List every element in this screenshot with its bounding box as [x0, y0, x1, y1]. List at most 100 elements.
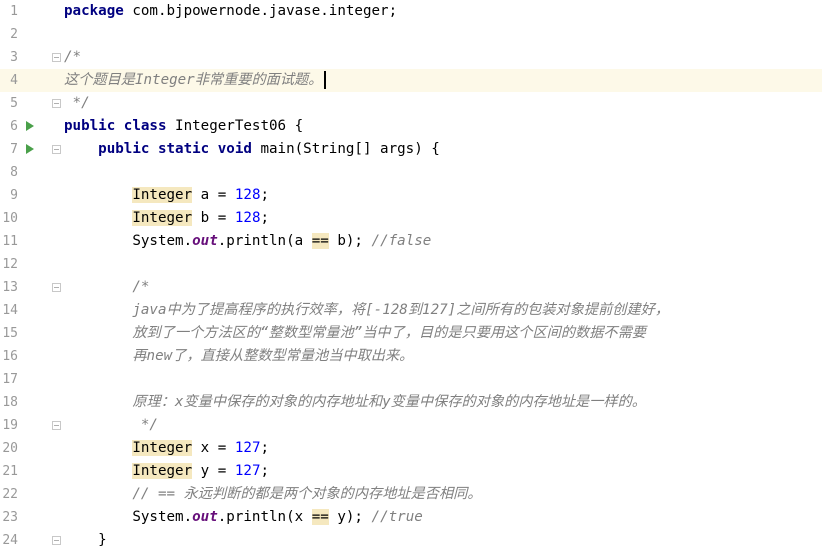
code-token: .println(a: [217, 233, 312, 249]
static-field-token: out: [192, 509, 218, 525]
line-number: 19: [2, 418, 18, 433]
code-line[interactable]: 11 System.out.println(a == b); //false: [0, 230, 822, 253]
line-number: 20: [2, 441, 18, 456]
keyword-token: package: [64, 3, 124, 19]
number-token: 128: [234, 210, 261, 226]
code-text: public class IntegerTest06 {: [64, 115, 303, 138]
code-line[interactable]: 14 java中为了提高程序的执行效率，将[-128到127]之间所有的包装对象…: [0, 299, 822, 322]
comment-token: //false: [371, 233, 432, 249]
code-line[interactable]: 20 Integer x = 127;: [0, 437, 822, 460]
line-number: 5: [10, 96, 18, 111]
fold-icon[interactable]: [52, 283, 61, 292]
code-line[interactable]: 5 */: [0, 92, 822, 115]
comment-token: 原理：x变量中保存的对象的内存地址和y变量中保存的对象的内存地址是一样的。: [132, 394, 646, 410]
comment-token: /*: [132, 279, 150, 295]
code-text: public static void main(String[] args) {: [64, 138, 440, 161]
fold-icon[interactable]: [52, 99, 61, 108]
line-number: 7: [10, 142, 18, 157]
code-text: /*: [64, 46, 81, 69]
code-line[interactable]: 17: [0, 368, 822, 391]
code-line[interactable]: 9 Integer a = 128;: [0, 184, 822, 207]
code-token: y =: [192, 463, 235, 479]
static-field-token: out: [192, 233, 218, 249]
code-text: 这个题目是Integer非常重要的面试题。: [64, 69, 327, 92]
code-line[interactable]: 1 package com.bjpowernode.javase.integer;: [0, 0, 822, 23]
code-editor[interactable]: 1 package com.bjpowernode.javase.integer;…: [0, 0, 822, 550]
code-line[interactable]: 19 */: [0, 414, 822, 437]
code-line[interactable]: 22 // == 永远判断的都是两个对象的内存地址是否相同。: [0, 483, 822, 506]
line-number: 15: [2, 326, 18, 341]
line-number: 23: [2, 510, 18, 525]
line-number: 9: [10, 188, 18, 203]
code-line[interactable]: 2: [0, 23, 822, 46]
code-line[interactable]: 3 /*: [0, 46, 822, 69]
code-text: System.out.println(x == y); //true: [64, 506, 423, 529]
line-number: 6: [10, 119, 18, 134]
code-line[interactable]: 7 public static void main(String[] args)…: [0, 138, 822, 161]
line-number: 3: [10, 50, 18, 65]
code-line[interactable]: 15 放到了一个方法区的“整数型常量池”当中了，目的是只要用这个区间的数据不需要: [0, 322, 822, 345]
fold-icon[interactable]: [52, 145, 61, 154]
code-token: System.: [64, 233, 193, 249]
code-line[interactable]: 21 Integer y = 127;: [0, 460, 822, 483]
fold-icon[interactable]: [52, 53, 61, 62]
code-token: com.bjpowernode.javase.integer;: [123, 3, 398, 19]
keyword-token: public static void: [98, 141, 252, 157]
run-icon[interactable]: [26, 121, 34, 131]
number-token: 127: [234, 440, 261, 456]
line-number: 16: [2, 349, 18, 364]
code-token: System.: [64, 509, 193, 525]
highlighted-token: ==: [311, 509, 329, 525]
line-number: 17: [2, 372, 18, 387]
comment-token: 放到了一个方法区的“整数型常量池”当中了，目的是只要用这个区间的数据不需要: [132, 325, 646, 341]
code-line[interactable]: 13 /*: [0, 276, 822, 299]
code-token: ;: [260, 440, 270, 456]
code-line[interactable]: 24 }: [0, 529, 822, 552]
fold-icon[interactable]: [52, 536, 61, 545]
code-text: Integer b = 128;: [64, 207, 269, 230]
code-line[interactable]: 10 Integer b = 128;: [0, 207, 822, 230]
code-token: .println(x: [217, 509, 312, 525]
comment-token: 这个题目是Integer非常重要的面试题。: [64, 72, 323, 88]
line-number: 12: [2, 257, 18, 272]
code-line[interactable]: 16 再new了，直接从整数型常量池当中取出来。: [0, 345, 822, 368]
code-token: }: [64, 532, 107, 548]
code-line[interactable]: 4 这个题目是Integer非常重要的面试题。: [0, 69, 822, 92]
code-token: b =: [192, 210, 235, 226]
number-token: 128: [234, 187, 261, 203]
line-number: 4: [10, 73, 18, 88]
line-number: 14: [2, 303, 18, 318]
highlighted-token: ==: [311, 233, 329, 249]
code-text: */: [64, 414, 158, 437]
line-number: 8: [10, 165, 18, 180]
line-number: 2: [10, 27, 18, 42]
code-token: main(String[] args) {: [251, 141, 440, 157]
code-line[interactable]: 8: [0, 161, 822, 184]
code-line[interactable]: 18 原理：x变量中保存的对象的内存地址和y变量中保存的对象的内存地址是一样的。: [0, 391, 822, 414]
fold-icon[interactable]: [52, 421, 61, 430]
line-number: 18: [2, 395, 18, 410]
code-text: */: [64, 92, 90, 115]
code-token: b);: [328, 233, 372, 249]
code-line[interactable]: 12: [0, 253, 822, 276]
code-text: System.out.println(a == b); //false: [64, 230, 431, 253]
code-text: Integer y = 127;: [64, 460, 269, 483]
code-line[interactable]: 23 System.out.println(x == y); //true: [0, 506, 822, 529]
code-text: 再new了，直接从整数型常量池当中取出来。: [64, 345, 413, 368]
line-number: 22: [2, 487, 18, 502]
text-caret: [324, 71, 327, 89]
line-number: 1: [10, 4, 18, 19]
run-icon[interactable]: [26, 144, 34, 154]
code-line[interactable]: 6 public class IntegerTest06 {: [0, 115, 822, 138]
line-number: 21: [2, 464, 18, 479]
highlighted-token: Integer: [132, 463, 193, 479]
code-text: Integer a = 128;: [64, 184, 269, 207]
